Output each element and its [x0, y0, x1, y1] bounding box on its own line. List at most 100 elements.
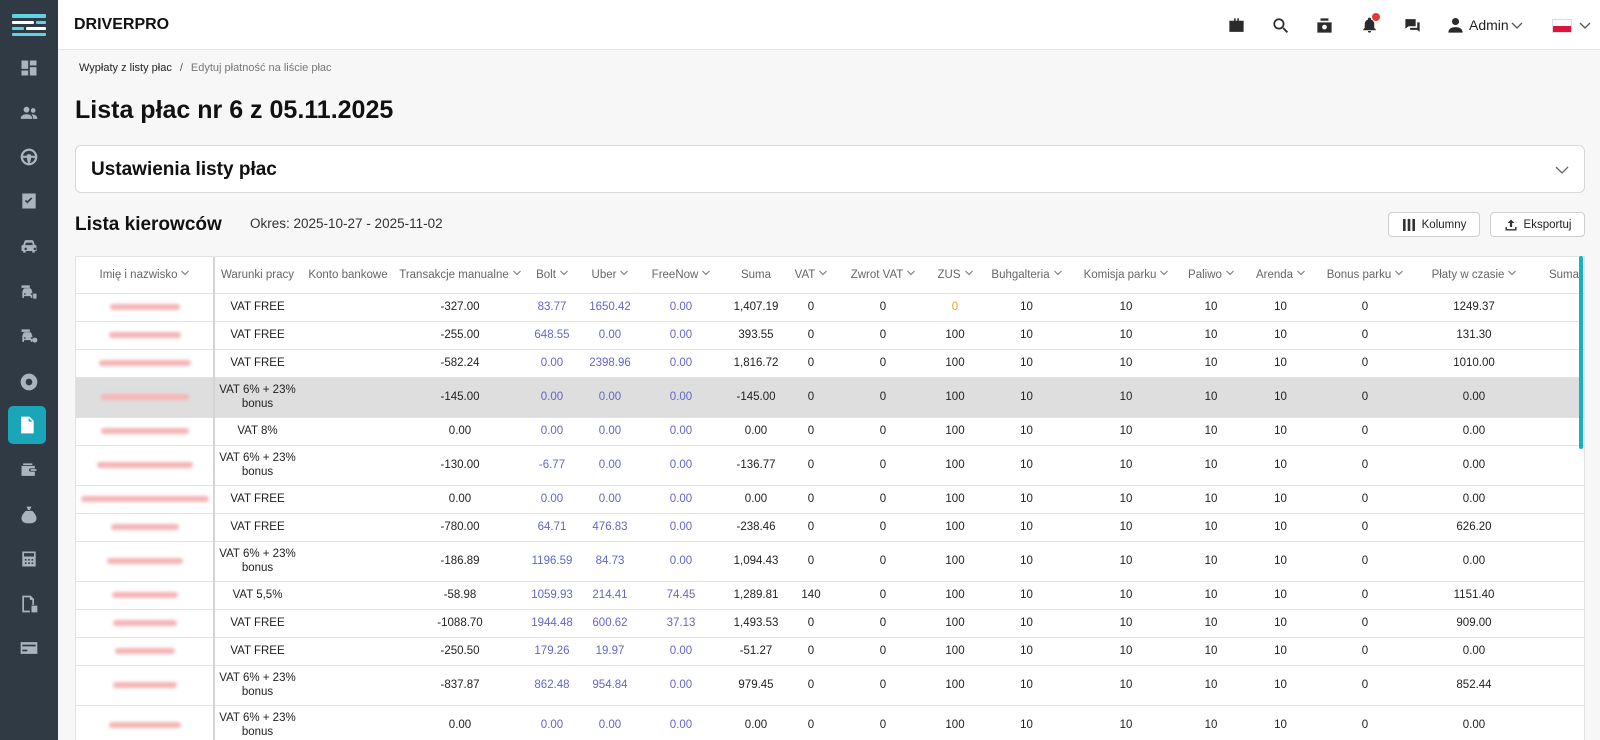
freenow-cell[interactable]: 0.00	[640, 445, 722, 486]
sidebar-item-tasks[interactable]	[16, 188, 42, 214]
freenow-cell[interactable]: 0.00	[640, 637, 722, 666]
bolt-cell[interactable]: 0.00	[524, 485, 580, 514]
sort-chevron-icon[interactable]	[702, 270, 711, 276]
freenow-cell[interactable]: 74.45	[640, 581, 722, 610]
freenow-cell[interactable]: 0.00	[640, 293, 722, 322]
sidebar-item-payroll[interactable]	[8, 406, 46, 444]
driver-name-cell[interactable]	[76, 581, 215, 610]
bolt-cell[interactable]: 0.00	[524, 705, 580, 740]
columns-button[interactable]: Kolumny	[1388, 212, 1480, 237]
driver-name-cell[interactable]	[76, 541, 215, 582]
export-button[interactable]: Eksportuj	[1490, 212, 1585, 237]
driver-name-cell[interactable]	[76, 705, 215, 740]
brand-name[interactable]: DRIVERPRO	[74, 16, 169, 34]
uber-cell[interactable]: 0.00	[580, 705, 640, 740]
freenow-cell[interactable]: 0.00	[640, 513, 722, 542]
horizontal-scrollbar[interactable]	[1579, 256, 1583, 449]
sort-chevron-icon[interactable]	[819, 270, 828, 276]
driver-name-cell[interactable]	[76, 485, 215, 514]
sort-chevron-icon[interactable]	[1395, 270, 1404, 276]
uber-cell[interactable]: 0.00	[580, 445, 640, 486]
table-row[interactable]: VAT FREE 0.00 0.00 0.00 0.00 0.00 0 0 100 10 10 10 1…	[76, 485, 1584, 514]
sidebar-item-cards[interactable]	[16, 635, 42, 661]
driver-name-cell[interactable]	[76, 445, 215, 486]
uber-cell[interactable]: 0.00	[580, 417, 640, 446]
chevron-down-icon[interactable]	[1511, 19, 1523, 31]
freenow-cell[interactable]: 0.00	[640, 417, 722, 446]
messages-button[interactable]	[1402, 15, 1422, 35]
bolt-cell[interactable]: 83.77	[524, 293, 580, 322]
sort-chevron-icon[interactable]	[1160, 270, 1169, 276]
column-header[interactable]: Komisja parku	[1077, 257, 1175, 294]
bolt-cell[interactable]: 0.00	[524, 349, 580, 378]
uber-cell[interactable]: 0.00	[580, 485, 640, 514]
uber-cell[interactable]: 19.97	[580, 637, 640, 666]
column-header[interactable]: ZUS	[934, 257, 976, 294]
sidebar-item-tires[interactable]	[16, 369, 42, 395]
uber-cell[interactable]: 2398.96	[580, 349, 640, 378]
driver-name-cell[interactable]	[76, 293, 215, 322]
column-header[interactable]: Płaty w czasie	[1416, 257, 1532, 294]
uber-cell[interactable]: 476.83	[580, 513, 640, 542]
bolt-cell[interactable]: 1196.59	[524, 541, 580, 582]
bolt-cell[interactable]: -6.77	[524, 445, 580, 486]
table-row[interactable]: VAT 6% + 23% bonus -186.89 1196.59 84.73 0.0…	[76, 541, 1584, 582]
freenow-cell[interactable]: 0.00	[640, 665, 722, 706]
table-row[interactable]: VAT 6% + 23% bonus -130.00 -6.77 0.00 0.00 -1…	[76, 445, 1584, 486]
table-row[interactable]: VAT FREE -1088.70 1944.48 600.62 37.13 1,493.…	[76, 609, 1584, 638]
table-row[interactable]: VAT FREE -255.00 648.55 0.00 0.00 393.55 0 0 100…	[76, 321, 1584, 350]
bolt-cell[interactable]: 64.71	[524, 513, 580, 542]
bolt-cell[interactable]: 862.48	[524, 665, 580, 706]
breadcrumb-link[interactable]: Wypłaty z listy płac	[79, 62, 172, 74]
user-name[interactable]: Admin	[1469, 17, 1509, 33]
column-header[interactable]: Transakcje manualne	[396, 257, 524, 294]
flag-pl-icon[interactable]	[1552, 19, 1572, 33]
driver-name-cell[interactable]	[76, 513, 215, 542]
uber-cell[interactable]: 0.00	[580, 321, 640, 350]
column-header[interactable]: Zwrot VAT	[832, 257, 934, 294]
user-avatar[interactable]	[1445, 15, 1465, 35]
uber-cell[interactable]: 1650.42	[580, 293, 640, 322]
driver-name-cell[interactable]	[76, 637, 215, 666]
freenow-cell[interactable]: 37.13	[640, 609, 722, 638]
column-header[interactable]: Warunki pracy	[214, 257, 300, 294]
freenow-cell[interactable]: 0.00	[640, 705, 722, 740]
uber-cell[interactable]: 954.84	[580, 665, 640, 706]
column-header[interactable]: Paliwo	[1175, 257, 1247, 294]
uber-cell[interactable]: 0.00	[580, 377, 640, 418]
driver-name-cell[interactable]	[76, 417, 215, 446]
sidebar-item-car-rental[interactable]	[16, 279, 42, 305]
table-row[interactable]: VAT 6% + 23% bonus 0.00 0.00 0.00 0.00 0.00 0 0…	[76, 705, 1584, 740]
sort-chevron-icon[interactable]	[560, 270, 568, 276]
bolt-cell[interactable]: 1944.48	[524, 609, 580, 638]
table-row[interactable]: VAT 8% 0.00 0.00 0.00 0.00 0.00 0 0 100 10 10 10 10 0…	[76, 417, 1584, 446]
settings-accordion[interactable]: Ustawienia listy płac	[75, 145, 1585, 193]
briefcase-button[interactable]	[1226, 15, 1246, 35]
column-header[interactable]: FreeNow	[640, 257, 722, 294]
language-chevron-down-icon[interactable]	[1579, 19, 1591, 31]
sort-chevron-icon[interactable]	[907, 270, 916, 276]
table-row[interactable]: VAT 6% + 23% bonus -837.87 862.48 954.84 0.0…	[76, 665, 1584, 706]
driver-name-cell[interactable]	[76, 321, 215, 350]
table-row[interactable]: VAT 5,5% -58.98 1059.93 214.41 74.45 1,289.81…	[76, 581, 1584, 610]
uber-cell[interactable]: 84.73	[580, 541, 640, 582]
table-row[interactable]: VAT FREE -582.24 0.00 2398.96 0.00 1,816.72 0 0…	[76, 349, 1584, 378]
table-row[interactable]: VAT FREE -780.00 64.71 476.83 0.00 -238.46 0 0 1…	[76, 513, 1584, 542]
column-header[interactable]: Arenda	[1247, 257, 1314, 294]
sidebar-item-accounting[interactable]	[16, 546, 42, 572]
sidebar-item-users[interactable]	[16, 100, 42, 126]
bolt-cell[interactable]: 648.55	[524, 321, 580, 350]
freenow-cell[interactable]: 0.00	[640, 349, 722, 378]
column-header[interactable]: VAT	[790, 257, 832, 294]
payments-button[interactable]	[1314, 15, 1334, 35]
sidebar-item-drivers[interactable]	[16, 144, 42, 170]
table-row[interactable]: VAT 6% + 23% bonus -145.00 0.00 0.00 0.00 -14…	[76, 377, 1584, 418]
search-button[interactable]	[1270, 15, 1290, 35]
sidebar-item-finances[interactable]	[16, 502, 42, 528]
column-header[interactable]: Konto bankowe	[300, 257, 396, 294]
column-header[interactable]: Bolt	[524, 257, 580, 294]
sidebar-item-car-service[interactable]	[16, 323, 42, 349]
sidebar-item-cars[interactable]	[16, 233, 42, 259]
bolt-cell[interactable]: 179.26	[524, 637, 580, 666]
sort-chevron-icon[interactable]	[620, 270, 629, 276]
